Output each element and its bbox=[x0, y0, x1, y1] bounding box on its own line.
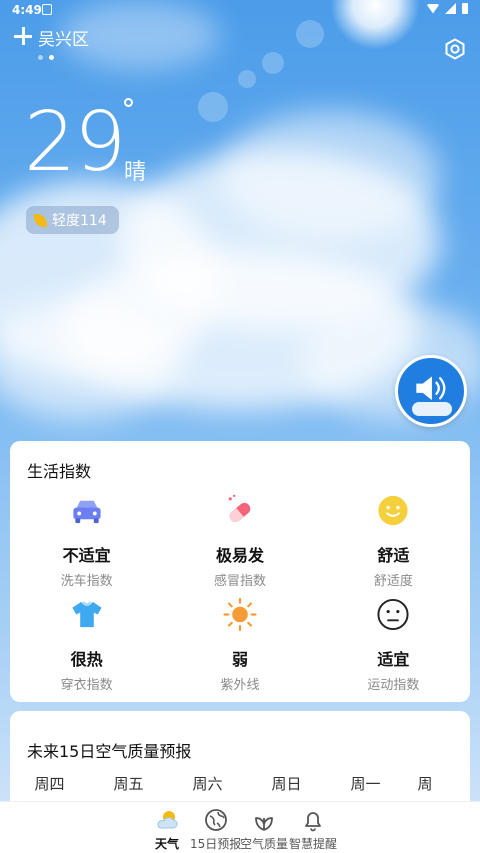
day-item[interactable]: 周 bbox=[405, 773, 445, 794]
life-value: 舒适 bbox=[377, 546, 410, 565]
life-label: 运动指数 bbox=[367, 678, 420, 693]
tab-air-quality[interactable]: 空气质量 bbox=[240, 808, 288, 852]
life-value: 不适宜 bbox=[62, 546, 111, 565]
battery-icon bbox=[462, 3, 468, 14]
page-dot-active bbox=[49, 55, 54, 60]
globe-icon bbox=[204, 809, 227, 831]
city-name[interactable]: 吴兴区 bbox=[38, 25, 89, 50]
life-label: 洗车指数 bbox=[60, 574, 113, 589]
day-item[interactable]: 周五 bbox=[89, 773, 168, 794]
smiley-icon bbox=[378, 495, 408, 526]
air-quality-days[interactable]: 周四 周五 周六 周日 周一 周 bbox=[10, 773, 470, 794]
day-name: 周四 bbox=[34, 775, 65, 793]
tab-label: 15日预报 bbox=[190, 837, 242, 851]
life-index-card: 生活指数 不适宜 洗车指数 极易发 感冒指数 舒适 舒适度 很热 穿衣指数 弱 … bbox=[10, 441, 470, 702]
tab-label: 智慧提醒 bbox=[289, 837, 338, 851]
life-label: 舒适度 bbox=[373, 574, 413, 589]
current-temperature: 29 bbox=[24, 95, 126, 190]
day-name: 周一 bbox=[350, 775, 381, 793]
settings-icon[interactable] bbox=[444, 38, 466, 60]
leaf-outline-icon bbox=[255, 817, 273, 831]
day-name: 周六 bbox=[192, 775, 223, 793]
air-quality-title: 未来15日空气质量预报 bbox=[27, 742, 192, 761]
bottom-navigation: 天气 15日预报 空气质量 智慧提醒 bbox=[0, 801, 480, 853]
day-name: 周五 bbox=[113, 775, 144, 793]
shirt-icon bbox=[72, 601, 102, 628]
page-dot bbox=[38, 55, 43, 60]
weather-condition: 晴 bbox=[124, 160, 147, 185]
life-item-cold[interactable]: 极易发 感冒指数 bbox=[163, 489, 316, 589]
tab-label: 天气 bbox=[155, 837, 180, 851]
life-label: 紫外线 bbox=[220, 678, 260, 693]
day-item[interactable]: 周四 bbox=[10, 773, 89, 794]
aqi-label: 轻度114 bbox=[52, 213, 107, 229]
life-item-clothing[interactable]: 很热 穿衣指数 bbox=[10, 593, 163, 693]
cloud-icon bbox=[412, 402, 452, 416]
sun-icon bbox=[223, 597, 257, 632]
tab-label: 空气质量 bbox=[240, 837, 289, 851]
face-icon bbox=[377, 598, 409, 631]
life-index-title: 生活指数 bbox=[27, 462, 92, 481]
life-item-car-wash[interactable]: 不适宜 洗车指数 bbox=[10, 489, 163, 589]
life-value: 很热 bbox=[70, 650, 103, 669]
life-value: 极易发 bbox=[215, 546, 264, 565]
weather-icon bbox=[157, 811, 178, 829]
life-label: 感冒指数 bbox=[213, 574, 266, 589]
status-time: 4:49 bbox=[12, 3, 42, 17]
life-item-comfort[interactable]: 舒适 舒适度 bbox=[317, 489, 470, 589]
page-indicator bbox=[38, 55, 54, 60]
life-item-uv[interactable]: 弱 紫外线 bbox=[163, 593, 316, 693]
life-value: 适宜 bbox=[377, 650, 410, 669]
day-name: 周 bbox=[417, 775, 433, 793]
add-city-icon[interactable] bbox=[14, 27, 32, 45]
day-item[interactable]: 周一 bbox=[326, 773, 405, 794]
car-icon bbox=[73, 500, 101, 524]
leaf-icon bbox=[34, 213, 47, 227]
life-value: 弱 bbox=[231, 650, 248, 669]
life-item-exercise[interactable]: 适宜 运动指数 bbox=[317, 593, 470, 693]
day-item[interactable]: 周六 bbox=[168, 773, 247, 794]
tab-weather[interactable]: 天气 bbox=[155, 808, 179, 852]
bell-icon bbox=[305, 812, 321, 832]
pill-icon bbox=[228, 494, 251, 523]
signal-icon bbox=[445, 3, 456, 14]
notification-icon bbox=[42, 4, 52, 15]
degree-icon bbox=[124, 98, 133, 107]
tab-smart-reminder[interactable]: 智慧提醒 bbox=[289, 808, 337, 852]
day-name: 周日 bbox=[271, 775, 302, 793]
tab-15day[interactable]: 15日预报 bbox=[190, 808, 241, 852]
wifi-icon bbox=[427, 3, 439, 14]
voice-broadcast-button[interactable] bbox=[395, 355, 467, 427]
status-bar: 4:49 bbox=[0, 0, 480, 20]
aqi-badge[interactable]: 轻度114 bbox=[26, 206, 119, 234]
life-label: 穿衣指数 bbox=[60, 678, 113, 693]
day-item[interactable]: 周日 bbox=[247, 773, 326, 794]
